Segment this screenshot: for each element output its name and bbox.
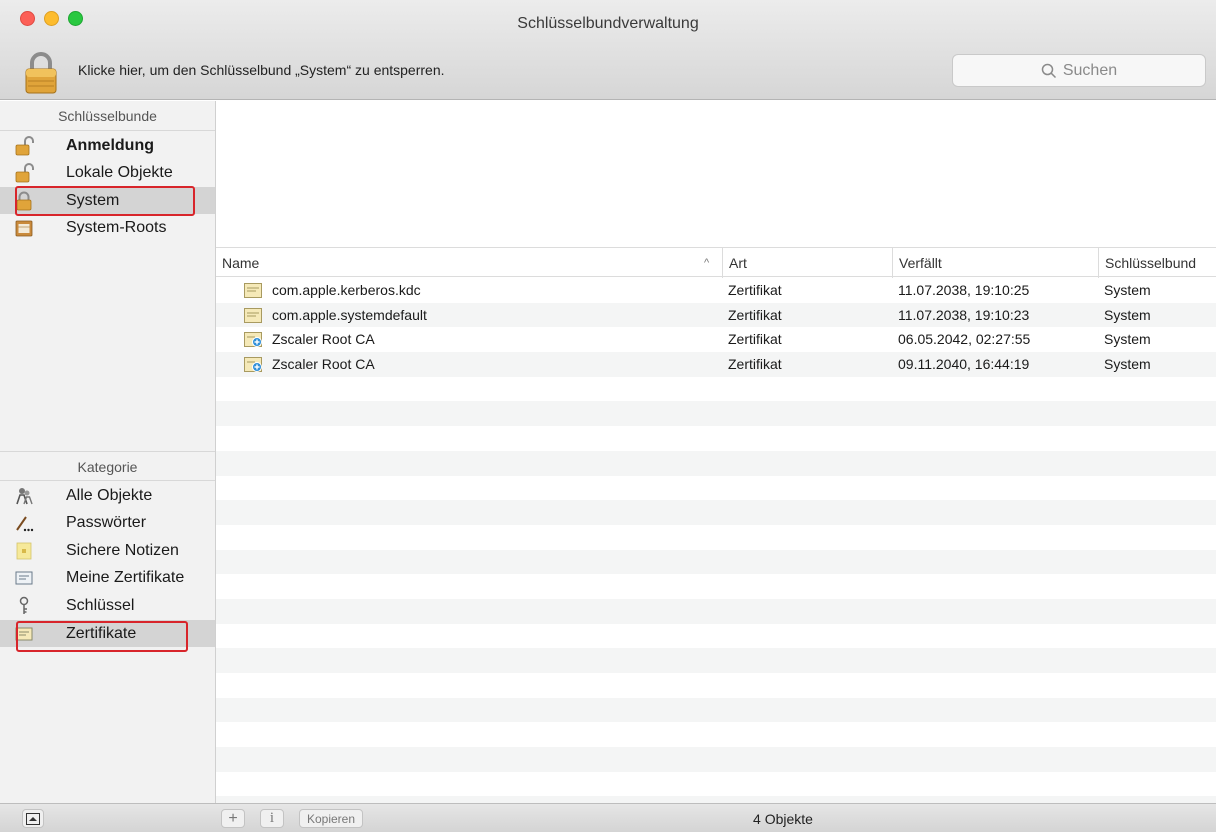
row-keychain: System <box>1104 306 1151 323</box>
empty-row <box>216 697 1216 723</box>
item-count: 4 Objekte <box>753 811 813 827</box>
sidebar-item-label: Anmeldung <box>66 136 154 154</box>
row-name: com.apple.systemdefault <box>272 306 427 323</box>
status-bar: 4 Objekte <box>0 811 1216 827</box>
empty-row <box>216 500 1216 525</box>
bottom-bar: + i Kopieren 4 Objekte <box>0 803 1216 832</box>
sidebar-item-lokale-objekte[interactable]: Lokale Objekte <box>0 159 215 186</box>
table-header: Name ^ Art Verfällt Schlüsselbund <box>216 247 1216 278</box>
empty-row <box>216 525 1216 550</box>
row-art: Zertifikat <box>728 331 782 348</box>
row-expires: 06.05.2042, 02:27:55 <box>898 331 1031 348</box>
sidebar-item-label: Meine Zertifikate <box>66 568 185 586</box>
empty-row <box>216 401 1216 427</box>
people-icon <box>14 486 34 506</box>
window-title: Schlüsselbundverwaltung <box>517 15 699 32</box>
row-name: Zscaler Root CA <box>272 356 375 373</box>
root-certificate-icon <box>244 357 262 373</box>
sidebar-item-meine-zertifikate[interactable]: Meine Zertifikate <box>0 564 215 591</box>
sidebar-item-sichere-notizen[interactable]: Sichere Notizen <box>0 537 215 564</box>
certificate-icon <box>14 568 34 588</box>
sidebar-item-label: Passwörter <box>66 513 147 531</box>
sidebar-item-label: System-Roots <box>66 218 167 236</box>
empty-row <box>216 673 1216 698</box>
keychains-header: Schlüsselbunde <box>0 101 215 131</box>
main-content: Name ^ Art Verfällt Schlüsselbund com.ap… <box>216 101 1216 822</box>
column-header-keychain[interactable]: Schlüsselbund <box>1098 248 1216 278</box>
sidebar-item-system-roots[interactable]: System-Roots <box>0 214 215 241</box>
search-placeholder: Suchen <box>1062 61 1118 79</box>
key-icon <box>14 596 34 616</box>
note-icon <box>14 541 34 561</box>
empty-row <box>216 426 1216 451</box>
sidebar-item-schluessel[interactable]: Schlüssel <box>0 592 215 619</box>
sort-ascending-icon: ^ <box>704 257 710 269</box>
empty-row <box>216 598 1216 624</box>
row-keychain: System <box>1104 331 1151 348</box>
column-header-expires[interactable]: Verfällt <box>892 248 1098 278</box>
row-art: Zertifikat <box>728 356 782 373</box>
search-input[interactable]: Suchen <box>952 54 1206 87</box>
row-keychain: System <box>1104 356 1151 373</box>
row-name: Zscaler Root CA <box>272 331 375 348</box>
sidebar-item-passwoerter[interactable]: Passwörter <box>0 509 215 536</box>
sidebar-item-anmeldung[interactable]: Anmeldung <box>0 132 215 159</box>
search-icon <box>1041 63 1056 78</box>
sidebar: Schlüsselbunde Anmeldung Lokale Objekte … <box>0 101 216 803</box>
certificate-icon <box>244 307 262 323</box>
category-header: Kategorie <box>0 451 215 481</box>
empty-row <box>216 377 1216 402</box>
sidebar-item-label: Schlüssel <box>66 596 135 614</box>
table-row[interactable]: Zscaler Root CA Zertifikat 09.11.2040, 1… <box>216 352 1216 377</box>
column-header-name[interactable]: Name <box>216 248 720 278</box>
table-row[interactable]: com.apple.systemdefault Zertifikat 11.07… <box>216 302 1216 328</box>
empty-row <box>216 648 1216 673</box>
sidebar-item-label: Lokale Objekte <box>66 163 173 181</box>
column-header-art[interactable]: Art <box>722 248 892 278</box>
title-bar: Schlüsselbundverwaltung Klicke hier, um … <box>0 0 1216 100</box>
row-expires: 11.07.2038, 19:10:23 <box>898 306 1030 323</box>
sidebar-item-label: Sichere Notizen <box>66 541 179 559</box>
lock-icon[interactable] <box>24 50 58 94</box>
empty-row <box>216 574 1216 599</box>
row-expires: 11.07.2038, 19:10:25 <box>898 282 1030 298</box>
unlocked-padlock-icon <box>14 136 34 156</box>
row-keychain: System <box>1104 282 1151 298</box>
root-certificate-icon <box>244 332 262 348</box>
empty-row <box>216 722 1216 747</box>
system-highlight-box <box>15 186 195 216</box>
empty-row <box>216 747 1216 772</box>
unlocked-padlock-icon <box>14 163 34 183</box>
row-expires: 09.11.2040, 16:44:19 <box>898 356 1030 373</box>
row-name: com.apple.kerberos.kdc <box>272 282 421 298</box>
empty-row <box>216 624 1216 649</box>
sidebar-item-label: Alle Objekte <box>66 486 153 504</box>
certificate-list: com.apple.kerberos.kdc Zertifikat 11.07.… <box>216 278 1216 832</box>
zertifikate-highlight-box <box>16 621 188 652</box>
cabinet-icon <box>14 218 34 238</box>
empty-row <box>216 450 1216 476</box>
sidebar-item-alle-objekte[interactable]: Alle Objekte <box>0 482 215 509</box>
pen-icon <box>14 513 34 533</box>
row-art: Zertifikat <box>728 282 782 298</box>
table-row[interactable]: com.apple.kerberos.kdc Zertifikat 11.07.… <box>216 278 1216 303</box>
row-art: Zertifikat <box>728 306 782 323</box>
table-row[interactable]: Zscaler Root CA Zertifikat 06.05.2042, 0… <box>216 327 1216 352</box>
empty-row <box>216 549 1216 575</box>
empty-row <box>216 476 1216 501</box>
certificate-icon <box>244 283 262 298</box>
empty-row <box>216 772 1216 797</box>
unlock-keychain-text[interactable]: Klicke hier, um den Schlüsselbund „Syste… <box>78 62 445 78</box>
